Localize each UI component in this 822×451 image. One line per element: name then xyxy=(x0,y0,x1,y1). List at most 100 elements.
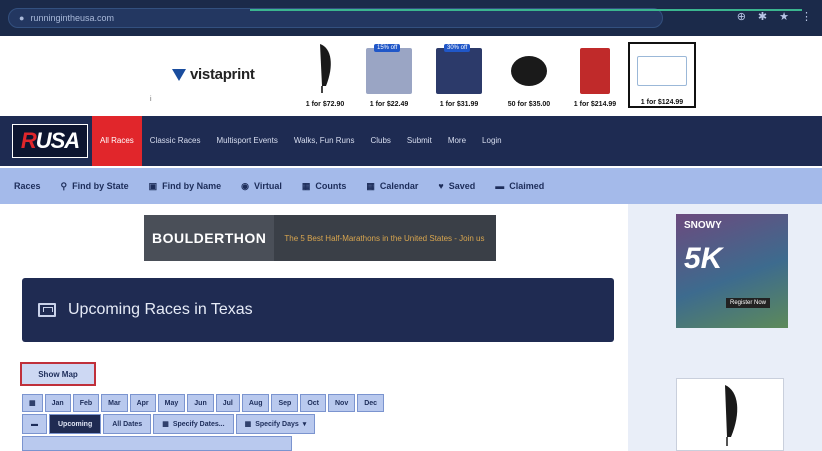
nav-more[interactable]: More xyxy=(440,116,474,166)
star-icon[interactable]: ✱ xyxy=(758,10,767,23)
calendar-link[interactable]: ▦ Calendar xyxy=(366,181,418,192)
upcoming-filter[interactable]: Upcoming xyxy=(49,414,102,434)
tent-image xyxy=(366,48,412,94)
month-jun[interactable]: Jun xyxy=(187,394,214,412)
month-may[interactable]: May xyxy=(157,394,186,412)
calendar-icon: ▦ xyxy=(366,180,375,191)
filter-label: Specify Dates... xyxy=(172,420,225,428)
feather-flag-ad[interactable] xyxy=(676,378,784,451)
register-now-button[interactable]: Register Now xyxy=(726,298,771,308)
find-by-name-link[interactable]: ▣ Find by Name xyxy=(149,181,222,192)
virtual-link[interactable]: ◉ Virtual xyxy=(241,181,282,192)
product-price: 1 for $22.49 xyxy=(369,101,409,108)
profile-icon[interactable]: ★ xyxy=(779,10,789,23)
month-oct[interactable]: Oct xyxy=(300,394,326,412)
ad-product-2[interactable]: 15% off 1 for $22.49 xyxy=(354,42,424,108)
month-filter-row: ▦ Jan Feb Mar Apr May Jun Jul Aug Sep Oc… xyxy=(22,394,385,412)
counts-link[interactable]: ▦ Counts xyxy=(302,181,347,192)
ad-tag: SNOWY xyxy=(684,220,722,231)
discount-badge: 15% off xyxy=(374,44,401,52)
boulderthon-subtitle: The 5 Best Half-Marathons in the United … xyxy=(284,233,485,243)
logo-letter: R xyxy=(20,128,37,153)
month-dec[interactable]: Dec xyxy=(357,394,385,412)
link-label: Find by State xyxy=(72,181,129,191)
link-label: Saved xyxy=(448,181,476,191)
nav-all-races[interactable]: All Races xyxy=(92,116,142,166)
banner-image xyxy=(436,48,482,94)
feather-flag-icon xyxy=(725,384,738,446)
month-aug[interactable]: Aug xyxy=(241,394,270,412)
url-text: runningintheusa.com xyxy=(30,13,114,23)
vistaprint-logo[interactable]: vistaprint xyxy=(172,66,255,83)
races-title[interactable]: Races xyxy=(14,181,41,191)
main-nav: All Races Classic Races Multisport Event… xyxy=(92,116,510,166)
vistaprint-brand: vistaprint xyxy=(190,66,255,83)
find-by-state-link[interactable]: ⚲ Find by State xyxy=(61,181,129,192)
extension-icon[interactable]: ⊕ xyxy=(737,10,746,23)
link-label: Find by Name xyxy=(162,181,222,191)
site-logo[interactable]: R USA xyxy=(12,124,88,158)
specify-days-filter[interactable]: ▦ Specify Days ▾ xyxy=(235,414,316,434)
specify-dates-filter[interactable]: ▦ Specify Dates... xyxy=(153,414,234,434)
month-apr[interactable]: Apr xyxy=(129,394,156,412)
month-mar[interactable]: Mar xyxy=(101,394,128,412)
nav-submit[interactable]: Submit xyxy=(399,116,440,166)
nav-multisport-events[interactable]: Multisport Events xyxy=(208,116,285,166)
address-bar[interactable]: ● runningintheusa.com xyxy=(8,8,663,28)
month-jul[interactable]: Jul xyxy=(215,394,240,412)
product-price: 50 for $35.00 xyxy=(507,101,551,108)
logo-text: USA xyxy=(35,128,80,153)
snowy-5k-ad[interactable]: SNOWY 5K Register Now xyxy=(676,214,788,328)
link-label: Virtual xyxy=(254,181,282,191)
ad-product-3[interactable]: 30% off 1 for $31.99 xyxy=(424,42,494,108)
calendar-icon: ▦ xyxy=(162,421,169,428)
more-filters-row[interactable] xyxy=(22,436,292,451)
list-view-icon[interactable]: ▬ xyxy=(22,414,47,434)
link-label: Claimed xyxy=(509,181,545,191)
month-feb[interactable]: Feb xyxy=(72,394,100,412)
all-dates-filter[interactable]: All Dates xyxy=(103,414,152,434)
product-price: 1 for $124.99 xyxy=(640,99,684,106)
ad-product-6[interactable]: 1 for $124.99 xyxy=(628,42,696,108)
show-map-button[interactable]: Show Map xyxy=(20,362,96,386)
month-nov[interactable]: Nov xyxy=(327,394,356,412)
nav-clubs[interactable]: Clubs xyxy=(362,116,398,166)
link-label: Calendar xyxy=(379,181,419,191)
location-pin-icon: ⚲ xyxy=(60,180,68,191)
nav-login[interactable]: Login xyxy=(474,116,510,166)
boulderthon-title: BOULDERTHON xyxy=(144,215,275,261)
saved-link[interactable]: ♥ Saved xyxy=(438,181,475,191)
globe-icon: ◉ xyxy=(241,180,250,191)
nav-walks-fun-runs[interactable]: Walks, Fun Runs xyxy=(286,116,363,166)
vistaprint-mark-icon xyxy=(172,68,186,81)
calendar-grid-icon[interactable]: ▦ xyxy=(22,394,43,412)
claimed-link[interactable]: ▬ Claimed xyxy=(495,181,544,191)
badge-icon: ▬ xyxy=(495,181,505,191)
month-sep[interactable]: Sep xyxy=(271,394,299,412)
lock-icon: ● xyxy=(19,13,25,23)
chart-icon: ▦ xyxy=(301,180,311,191)
ad-big-text: 5K xyxy=(684,242,723,275)
ad-product-4[interactable]: 50 for $35.00 xyxy=(494,42,564,108)
menu-icon[interactable]: ⋮ xyxy=(801,10,812,23)
ad-product-5[interactable]: 1 for $214.99 xyxy=(560,42,630,108)
page-load-progress xyxy=(250,9,802,11)
browser-icons: ⊕ ✱ ★ ⋮ xyxy=(737,10,812,23)
sticker-image xyxy=(511,56,547,86)
races-subnav: Races ⚲ Find by State ▣ Find by Name ◉ Virt… xyxy=(0,168,822,204)
ad-product-1[interactable]: 1 for $72.90 xyxy=(290,42,360,108)
page-heading: Upcoming Races in Texas xyxy=(22,278,614,342)
discount-badge: 30% off xyxy=(444,44,471,52)
product-price: 1 for $214.99 xyxy=(573,101,617,108)
name-card-icon: ▣ xyxy=(148,180,158,191)
heart-icon: ♥ xyxy=(438,181,444,191)
month-jan[interactable]: Jan xyxy=(44,394,71,412)
filter-label: Specify Days xyxy=(255,420,299,428)
boulderthon-ad[interactable]: BOULDERTHON The 5 Best Half-Marathons in… xyxy=(144,215,496,261)
nav-classic-races[interactable]: Classic Races xyxy=(142,116,209,166)
page-title: Upcoming Races in Texas xyxy=(68,301,253,318)
product-price: 1 for $31.99 xyxy=(439,101,479,108)
canopy-image xyxy=(637,56,687,86)
ad-info-icon[interactable]: i xyxy=(150,96,152,103)
browser-toolbar: ● runningintheusa.com ⊕ ✱ ★ ⋮ xyxy=(0,0,822,36)
